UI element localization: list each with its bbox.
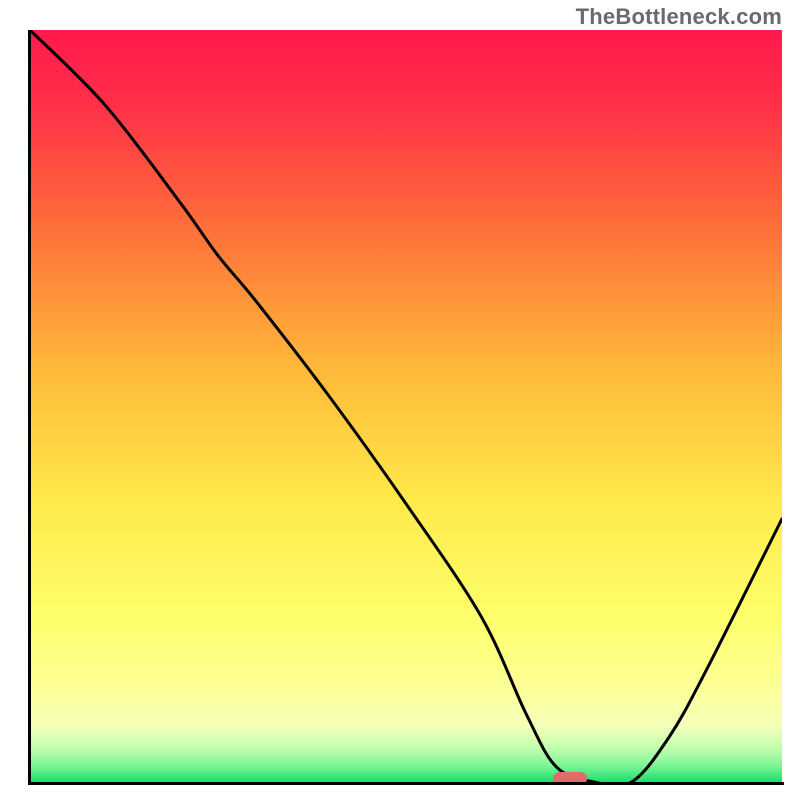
y-axis [28, 30, 31, 784]
bottleneck-curve [30, 30, 782, 782]
watermark-text: TheBottleneck.com [576, 4, 782, 30]
x-axis [28, 782, 784, 785]
plot-area [30, 30, 782, 782]
optimal-marker [553, 772, 587, 783]
chart-container: TheBottleneck.com [0, 0, 800, 800]
